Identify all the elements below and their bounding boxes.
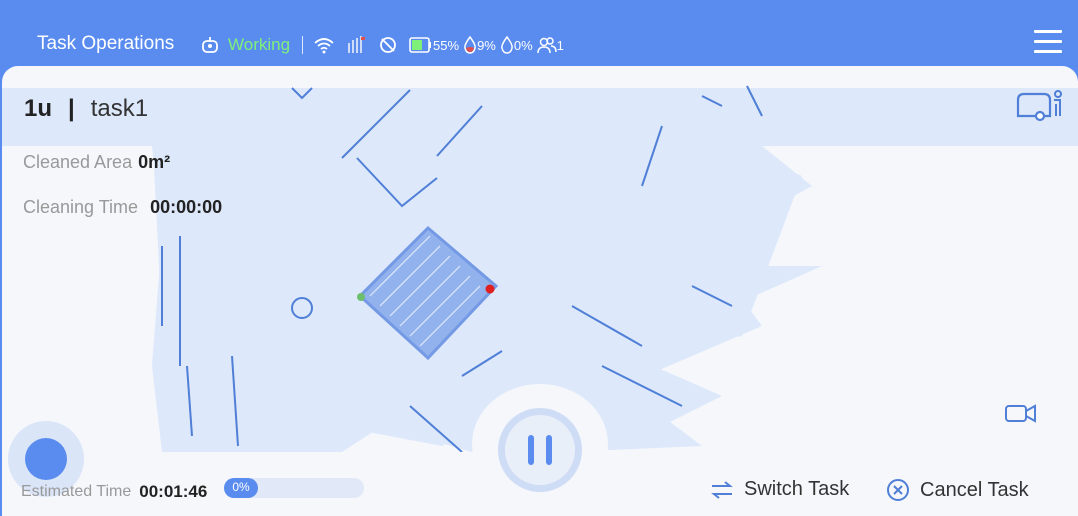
estimated-time: Estimated Time 00:01:46 xyxy=(21,482,207,502)
task-separator: | xyxy=(68,95,75,122)
robot-icon xyxy=(202,37,218,53)
battery-status: 55% xyxy=(409,36,459,54)
estimated-time-label: Estimated Time xyxy=(21,483,132,500)
floor-label: 1u xyxy=(24,95,53,122)
menu-icon[interactable] xyxy=(1034,30,1064,56)
pause-icon xyxy=(505,415,575,485)
clean-water-value: 9% xyxy=(477,37,496,53)
cleaning-time-label: Cleaning Time xyxy=(23,197,139,217)
status-group: Working 55% 9% 0% 1 xyxy=(200,33,568,57)
no-disturb-icon xyxy=(380,37,396,53)
signal-icon xyxy=(348,36,366,53)
status-text: Working xyxy=(228,35,291,54)
progress-bar: 0% xyxy=(224,478,364,498)
cleaned-area-label: Cleaned Area xyxy=(23,152,133,172)
task-name: task1 xyxy=(90,95,149,122)
cleaning-time-row: Cleaning Time 00:00:00 xyxy=(23,197,222,218)
users-value: 1 xyxy=(556,37,564,53)
estimated-time-value: 00:01:46 xyxy=(139,482,208,501)
cleaning-time-value: 00:00:00 xyxy=(150,197,223,217)
users-status: 1 xyxy=(536,36,564,54)
wifi-icon xyxy=(314,38,334,54)
cancel-task-label: Cancel Task xyxy=(920,478,1029,501)
camera-icon[interactable] xyxy=(1004,401,1038,425)
switch-task-label: Switch Task xyxy=(744,478,850,500)
pause-button[interactable] xyxy=(498,408,582,492)
cancel-icon xyxy=(887,479,909,501)
clean-water-icon xyxy=(464,36,476,54)
start-point xyxy=(357,293,365,301)
switch-task-button[interactable]: Switch Task xyxy=(710,478,849,501)
users-icon xyxy=(536,37,557,54)
clean-water-status: 9% xyxy=(463,36,496,54)
battery-value: 55% xyxy=(433,37,460,53)
page-title: Task Operations xyxy=(37,33,175,54)
divider xyxy=(302,36,304,54)
dirty-water-value: 0% xyxy=(513,37,533,53)
end-point xyxy=(485,284,495,294)
switch-icon xyxy=(711,480,733,499)
progress-text: 0% xyxy=(232,480,250,494)
dirty-water-icon xyxy=(500,36,513,54)
top-bar: Task Operations Working 55% 9% 0% 1 xyxy=(0,0,1078,75)
task-header: 1u | task1 xyxy=(24,95,148,123)
main-panel: 1u | task1 Cleaned Area 0m² Cleaning Time… xyxy=(2,66,1078,516)
vehicle-icon[interactable] xyxy=(1014,86,1066,126)
cleaned-area-row: Cleaned Area 0m² xyxy=(23,152,170,173)
cleaned-area-value: 0m² xyxy=(138,152,171,172)
dirty-water-status: 0% xyxy=(500,36,533,54)
battery-icon xyxy=(409,37,432,53)
locate-dot xyxy=(25,438,67,480)
cancel-task-button[interactable]: Cancel Task xyxy=(886,478,1029,502)
